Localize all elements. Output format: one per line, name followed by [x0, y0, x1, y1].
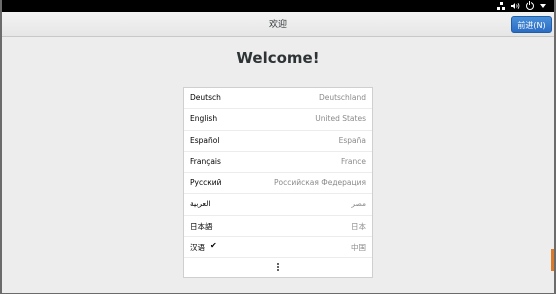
checkmark-icon: ✔	[210, 241, 217, 251]
language-row-espanol[interactable]: Español España	[184, 131, 372, 152]
header-bar: 欢迎 前进(N)	[2, 12, 554, 37]
language-name: Español	[190, 135, 220, 145]
language-row-chinese[interactable]: 汉语 ✔ 中国	[184, 237, 372, 259]
language-row-arabic[interactable]: العربية مصر	[184, 194, 372, 216]
volume-icon[interactable]	[511, 2, 520, 10]
language-country: France	[341, 156, 366, 166]
language-row-deutsch[interactable]: Deutsch Deutschland	[184, 88, 372, 110]
language-row-japanese[interactable]: 日本語 日本	[184, 216, 372, 238]
language-row-english[interactable]: English United States	[184, 109, 372, 131]
more-languages-button[interactable]	[184, 258, 372, 278]
status-area[interactable]	[497, 0, 546, 12]
language-row-russian[interactable]: Русский Российская Федерация	[184, 173, 372, 195]
language-name: 日本語	[190, 221, 213, 231]
system-top-bar	[2, 0, 554, 12]
language-country: مصر	[351, 199, 366, 209]
page-title: Welcome!	[236, 49, 320, 67]
language-name: Русский	[190, 178, 222, 188]
language-country: Российская Федерация	[274, 178, 366, 188]
window: 欢迎 前进(N) Welcome! Deutsch Deutschland En…	[2, 0, 554, 293]
header-title: 欢迎	[268, 20, 287, 30]
language-name: 汉语	[190, 243, 205, 253]
scrollbar-handle[interactable]	[551, 249, 554, 271]
language-list: Deutsch Deutschland English United State…	[183, 87, 373, 278]
language-country: España	[338, 135, 366, 145]
language-name: English	[190, 114, 218, 124]
more-vertical-icon	[277, 263, 279, 272]
chevron-down-icon[interactable]	[540, 4, 546, 8]
language-country: 日本	[351, 221, 366, 231]
next-button[interactable]: 前进(N)	[511, 16, 552, 33]
language-name: Deutsch	[190, 93, 221, 102]
network-icon[interactable]	[497, 2, 505, 10]
language-name: Français	[190, 156, 221, 166]
language-country: Deutschland	[318, 93, 366, 102]
language-country: 中国	[351, 243, 366, 253]
power-icon[interactable]	[526, 1, 534, 10]
language-country: United States	[315, 114, 366, 124]
language-name: العربية	[190, 199, 211, 209]
language-row-francais[interactable]: Français France	[184, 152, 372, 174]
